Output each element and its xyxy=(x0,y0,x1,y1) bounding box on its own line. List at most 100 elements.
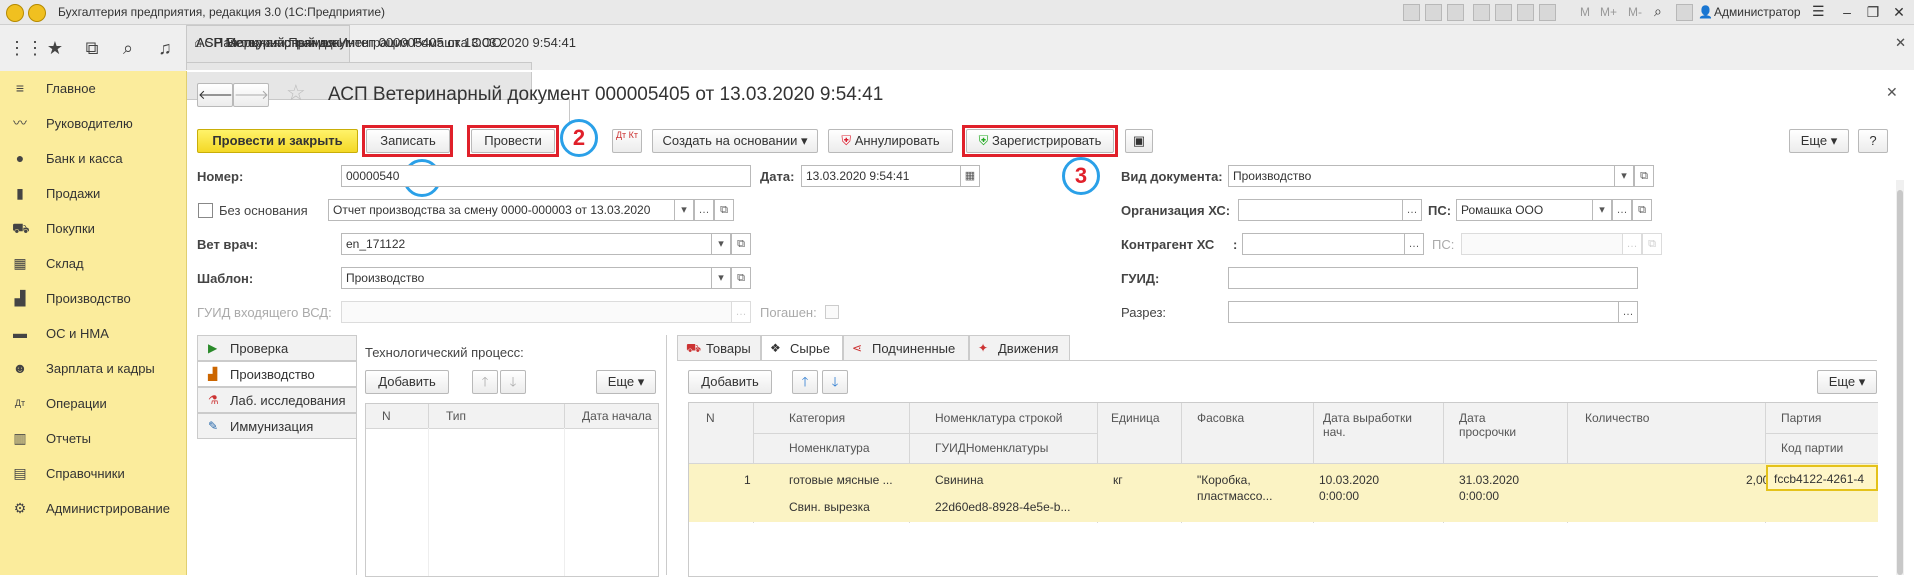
app-menu-icon[interactable] xyxy=(28,4,46,22)
number-field[interactable]: 00000540 xyxy=(341,165,751,187)
save-icon[interactable] xyxy=(1403,4,1420,21)
doc-type-field[interactable]: Производство xyxy=(1228,165,1616,187)
vet-dropdown[interactable]: ▾ xyxy=(711,233,731,255)
star-icon[interactable]: ★ xyxy=(45,38,65,59)
basis-field[interactable]: Отчет производства за смену 0000-000003 … xyxy=(328,199,676,221)
close-tab-icon[interactable]: ✕ xyxy=(1895,35,1906,51)
calendar-icon[interactable] xyxy=(1517,4,1534,21)
favorite-star-icon[interactable]: ☆ xyxy=(286,80,306,106)
basis-dropdown[interactable]: ▾ xyxy=(674,199,694,221)
menu-dots-icon[interactable]: ☰ xyxy=(1812,3,1825,20)
tab-raw[interactable]: ❖ Сырье xyxy=(761,335,843,361)
tab-production[interactable]: ▟ Производство xyxy=(197,361,357,387)
doc-type-dropdown[interactable]: ▾ xyxy=(1614,165,1634,187)
search-icon[interactable]: ⌕ xyxy=(118,38,138,59)
zoom-icon[interactable]: ⌕ xyxy=(1654,3,1662,20)
no-basis-checkbox[interactable] xyxy=(198,203,213,218)
download-icon[interactable] xyxy=(1473,4,1490,21)
memory-m-button[interactable]: M xyxy=(1580,5,1590,19)
ps-select[interactable]: … xyxy=(1612,199,1632,221)
print-icon[interactable] xyxy=(1425,4,1442,21)
back-button[interactable]: 🡐 xyxy=(197,83,233,107)
calculator-icon[interactable] xyxy=(1539,4,1556,21)
mail-icon[interactable] xyxy=(1495,4,1512,21)
section-field[interactable] xyxy=(1228,301,1620,323)
ps-open[interactable]: ⧉ xyxy=(1632,199,1652,221)
repaid-checkbox[interactable] xyxy=(825,305,839,319)
table-row[interactable]: 1 готовые мясные ... Свин. вырезка Свини… xyxy=(689,464,1878,522)
sidebar-item-purchases[interactable]: ⛟ Покупки xyxy=(0,212,186,246)
history-icon[interactable]: ⧉ xyxy=(82,38,102,59)
calendar-button[interactable]: ▦ xyxy=(960,165,980,187)
incoming-guid-field[interactable] xyxy=(341,301,733,323)
org-field[interactable] xyxy=(1238,199,1404,221)
tab-immunization[interactable]: ✎ Иммунизация xyxy=(197,413,357,439)
vertical-scrollbar[interactable] xyxy=(1896,180,1904,575)
minimize-icon[interactable]: – xyxy=(1836,3,1858,21)
ps-dropdown[interactable]: ▾ xyxy=(1592,199,1612,221)
memory-minus-button[interactable]: M- xyxy=(1628,5,1642,19)
guid-field[interactable] xyxy=(1228,267,1638,289)
forward-button[interactable]: 🡒 xyxy=(233,83,269,107)
process-up-button[interactable]: 🡑 xyxy=(472,370,498,394)
sidebar-item-reports[interactable]: ▥ Отчеты xyxy=(0,422,186,456)
tab-lab[interactable]: ⚗ Лаб. исследования xyxy=(197,387,357,413)
annul-button[interactable]: ⛨ Аннулировать xyxy=(828,129,953,153)
ps2-field[interactable] xyxy=(1461,233,1643,255)
apps-grid-icon[interactable]: ⋮⋮ xyxy=(8,38,44,59)
sidebar-item-salary[interactable]: ☻ Зарплата и кадры xyxy=(0,352,186,386)
org-select[interactable]: … xyxy=(1402,199,1422,221)
process-more-button[interactable]: Еще ▾ xyxy=(596,370,656,394)
template-dropdown[interactable]: ▾ xyxy=(711,267,731,289)
basis-select[interactable]: … xyxy=(694,199,714,221)
tab-subordinate[interactable]: ⋖ Подчиненные xyxy=(843,335,969,361)
template-open[interactable]: ⧉ xyxy=(731,267,751,289)
process-down-button[interactable]: 🡓 xyxy=(500,370,526,394)
sidebar-item-catalogs[interactable]: ▤ Справочники xyxy=(0,457,186,491)
tab-goods[interactable]: ⛟ Товары xyxy=(677,335,761,361)
tab-movements[interactable]: ✦ Движения xyxy=(969,335,1070,361)
scrollbar-thumb[interactable] xyxy=(1897,190,1903,575)
sidebar-item-main[interactable]: ≡ Главное xyxy=(0,72,186,106)
raw-up-button[interactable]: 🡑 xyxy=(792,370,818,394)
incoming-guid-select[interactable]: … xyxy=(731,301,751,323)
sidebar-item-operations[interactable]: Дт Операции xyxy=(0,387,186,421)
close-form-icon[interactable]: ✕ xyxy=(1886,84,1898,101)
maximize-icon[interactable]: ❐ xyxy=(1862,3,1884,21)
counterparty-select[interactable]: … xyxy=(1404,233,1424,255)
raw-more-button[interactable]: Еще ▾ xyxy=(1817,370,1877,394)
counterparty-field[interactable] xyxy=(1242,233,1406,255)
dt-kt-button[interactable]: Дт Кт xyxy=(612,129,642,153)
doc-type-open[interactable]: ⧉ xyxy=(1634,165,1654,187)
sidebar-item-sales[interactable]: ▮ Продажи xyxy=(0,177,186,211)
ps-field[interactable]: Ромашка ООО xyxy=(1456,199,1594,221)
preview-icon[interactable] xyxy=(1447,4,1464,21)
template-field[interactable]: Производство xyxy=(341,267,713,289)
raw-down-button[interactable]: 🡓 xyxy=(822,370,848,394)
close-window-icon[interactable]: ✕ xyxy=(1888,3,1910,21)
memory-plus-button[interactable]: M+ xyxy=(1600,5,1617,19)
section-select[interactable]: … xyxy=(1618,301,1638,323)
ps2-open[interactable]: ⧉ xyxy=(1642,233,1662,255)
more-button[interactable]: Еще ▾ xyxy=(1789,129,1849,153)
vet-open[interactable]: ⧉ xyxy=(731,233,751,255)
info-icon[interactable] xyxy=(1676,4,1693,21)
basis-open[interactable]: ⧉ xyxy=(714,199,734,221)
user-name[interactable]: Администратор xyxy=(1714,5,1801,19)
tab-check[interactable]: ▶ Проверка xyxy=(197,335,357,361)
sidebar-item-assets[interactable]: ▬ ОС и НМА xyxy=(0,317,186,351)
sidebar-item-production[interactable]: ▟ Производство xyxy=(0,282,186,316)
create-based-on-button[interactable]: Создать на основании ▾ xyxy=(652,129,818,153)
raw-add-button[interactable]: Добавить xyxy=(688,370,772,394)
help-button[interactable]: ? xyxy=(1858,129,1888,153)
sidebar-item-manager[interactable]: 〰 Руководителю xyxy=(0,107,186,141)
report-icon[interactable]: ▣ xyxy=(1125,129,1153,153)
sidebar-item-warehouse[interactable]: ▦ Склад xyxy=(0,247,186,281)
date-field[interactable]: 13.03.2020 9:54:41 xyxy=(801,165,963,187)
sidebar-item-bank[interactable]: ● Банк и касса xyxy=(0,142,186,176)
sidebar-item-admin[interactable]: ⚙ Администрирование xyxy=(0,492,186,526)
bell-icon[interactable]: ♫ xyxy=(155,38,175,59)
ps2-select[interactable]: … xyxy=(1622,233,1642,255)
vet-field[interactable]: en_171122 xyxy=(341,233,713,255)
post-and-close-button[interactable]: Провести и закрыть xyxy=(197,129,358,153)
